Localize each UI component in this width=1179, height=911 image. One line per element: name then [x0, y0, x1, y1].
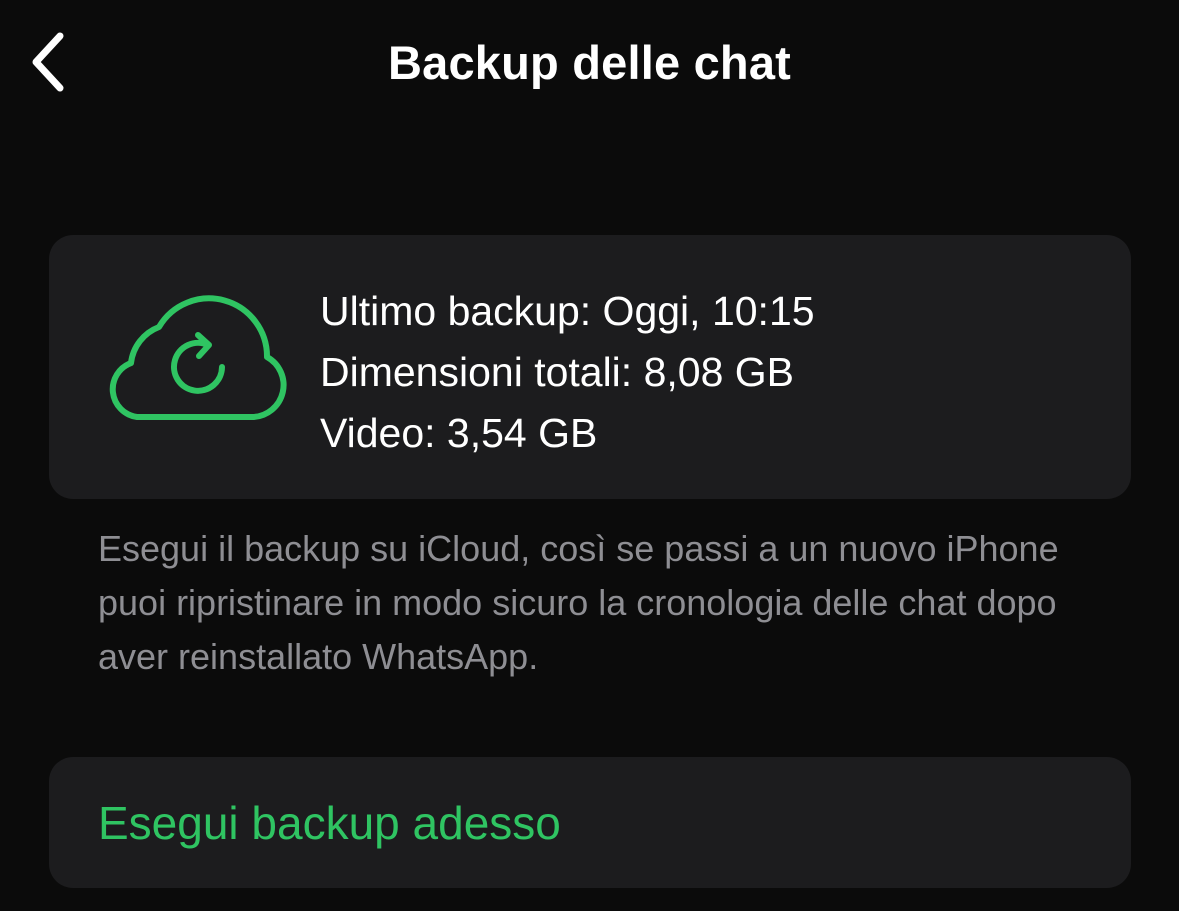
cloud-sync-icon — [109, 295, 287, 420]
total-size-text: Dimensioni totali: 8,08 GB — [320, 349, 795, 395]
last-backup-text: Ultimo backup: Oggi, 10:15 — [320, 288, 815, 334]
backup-details: Ultimo backup: Oggi, 10:15 Dimensioni to… — [320, 281, 815, 464]
backup-info-card: Ultimo backup: Oggi, 10:15 Dimensioni to… — [49, 235, 1131, 499]
backup-description: Esegui il backup su iCloud, così se pass… — [98, 528, 1059, 677]
page-title: Backup delle chat — [387, 36, 792, 89]
backup-now-button[interactable]: Esegui backup adesso — [49, 757, 1131, 888]
backup-now-label: Esegui backup adesso — [98, 797, 561, 849]
navigation-bar: Backup delle chat — [0, 0, 1179, 130]
video-size-text: Video: 3,54 GB — [320, 410, 598, 456]
